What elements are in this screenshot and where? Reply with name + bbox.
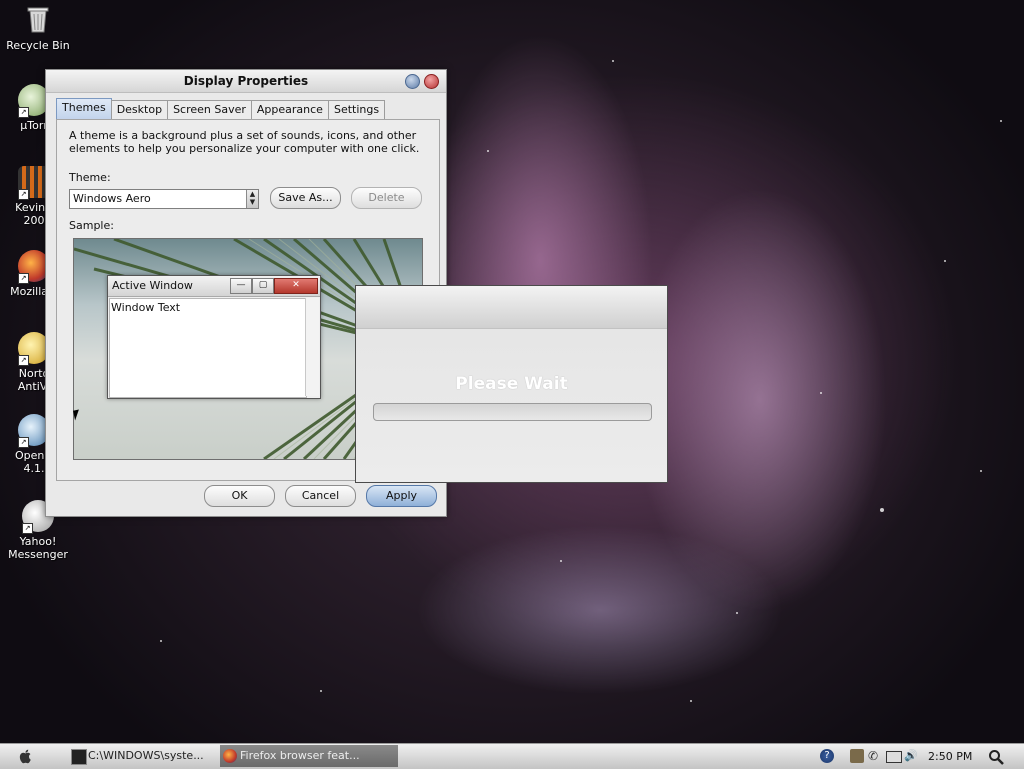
sample-scrollbar [305,298,319,396]
star [980,470,982,472]
star [820,392,822,394]
sample-active-window: Active Window — ▢ ✕ Window Text [107,275,321,399]
theme-description: A theme is a background plus a set of so… [69,129,420,155]
theme-label: Theme: [69,171,111,184]
taskbar-item-firefox[interactable]: Firefox browser feat... [220,745,398,767]
command-prompt-icon [71,749,87,765]
sample-label: Sample: [69,219,114,232]
star [944,260,946,262]
window-titlebar[interactable]: Display Properties [46,70,446,93]
minimize-icon: — [230,278,252,294]
phone-icon[interactable]: ✆ [868,749,882,763]
sample-window-body: Window Text [109,298,307,398]
tab-strip: Themes Desktop Screen Saver Appearance S… [56,98,386,120]
progress-bar [373,403,652,421]
star [320,690,322,692]
desktop-icon-recycle-bin[interactable]: Recycle Bin [0,4,76,52]
tab-desktop[interactable]: Desktop [110,100,169,119]
tab-appearance[interactable]: Appearance [250,100,329,119]
tab-screen-saver[interactable]: Screen Saver [167,100,252,119]
shortcut-arrow-icon: ↗ [18,437,29,448]
taskbar: C:\WINDOWS\syste... Firefox browser feat… [0,743,1024,769]
shortcut-arrow-icon: ↗ [18,189,29,200]
taskbar-item-cmd[interactable]: C:\WINDOWS\syste... [68,745,234,767]
sample-window-text: Window Text [111,301,181,314]
help-button[interactable] [405,74,420,89]
theme-dropdown-value: Windows Aero [73,192,151,205]
shortcut-arrow-icon: ↗ [18,107,29,118]
please-wait-header [356,286,667,329]
ok-button[interactable]: OK [204,485,275,507]
star [736,612,738,614]
close-button[interactable] [424,74,439,89]
taskbar-item-label: C:\WINDOWS\syste... [88,749,204,762]
apply-button[interactable]: Apply [366,485,437,507]
please-wait-text: Please Wait [455,374,568,394]
firefox-icon [223,749,237,763]
tab-settings[interactable]: Settings [327,100,386,119]
close-icon: ✕ [274,278,318,294]
delete-button[interactable]: Delete [351,187,422,209]
monitor-icon[interactable] [886,751,902,763]
star [160,640,162,642]
window-title: Display Properties [183,74,309,88]
theme-dropdown[interactable]: Windows Aero ▲ ▼ [69,189,259,209]
taskbar-clock[interactable]: 2:50 PM [928,744,972,769]
star [690,700,692,702]
sample-window-title: Active Window [112,279,193,292]
help-icon[interactable]: ? [820,749,834,763]
star [487,150,489,152]
recycle-bin-icon [22,4,54,36]
dropdown-arrows-icon[interactable]: ▲ ▼ [246,190,258,208]
star [880,508,884,512]
volume-icon[interactable]: 🔊 [904,749,918,763]
save-as-button[interactable]: Save As... [270,187,341,209]
cancel-button[interactable]: Cancel [285,485,356,507]
star [612,60,614,62]
star [560,560,562,562]
apple-start-icon[interactable] [18,748,34,764]
desktop-icon-label: Recycle Bin [6,39,70,52]
search-icon[interactable] [988,749,1004,765]
sample-window-titlebar: Active Window — ▢ ✕ [108,276,320,297]
please-wait-dialog: Please Wait [355,285,668,483]
shortcut-arrow-icon: ↗ [22,523,33,534]
maximize-icon: ▢ [252,278,274,294]
desktop-icon-label: Yahoo! Messenger [8,535,68,561]
shortcut-arrow-icon: ↗ [18,355,29,366]
tab-themes[interactable]: Themes [56,98,112,119]
star [1000,120,1002,122]
network-icon[interactable] [850,749,864,763]
shortcut-arrow-icon: ↗ [18,273,29,284]
taskbar-item-label: Firefox browser feat... [240,749,360,762]
